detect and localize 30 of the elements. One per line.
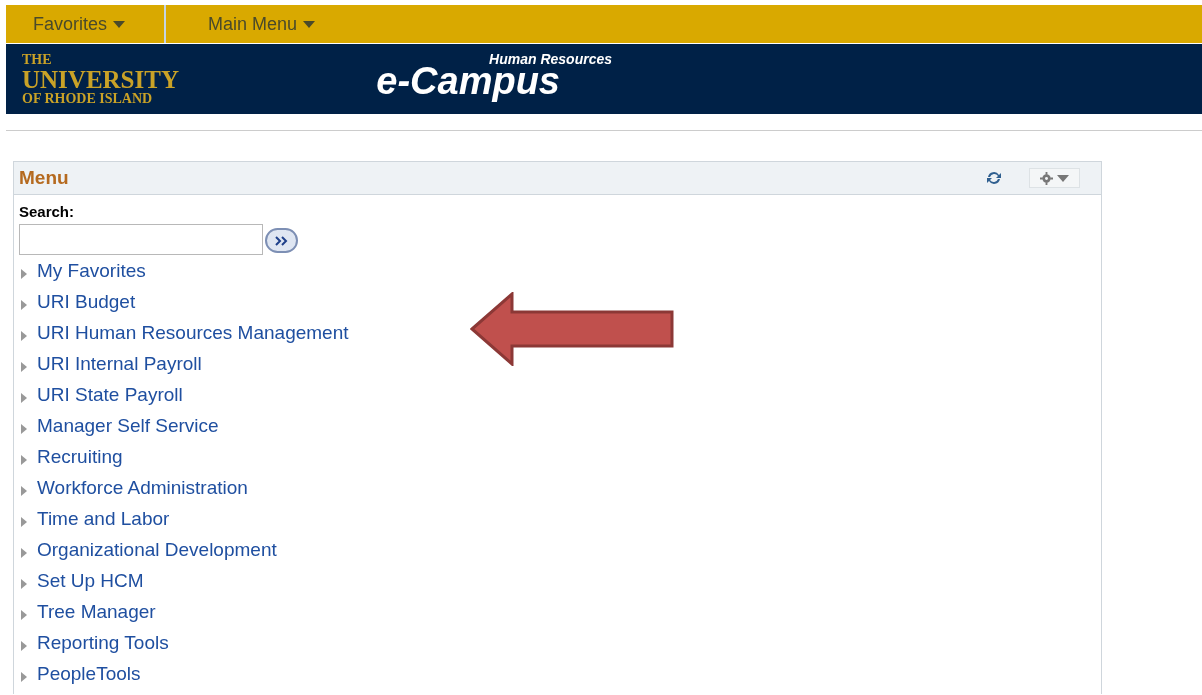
double-chevron-icon [274,235,289,246]
logo-text: OF RHODE ISLAND [22,91,154,106]
menu-item[interactable]: Organizational Development [19,535,1096,566]
menu-item[interactable]: Reporting Tools [19,628,1096,659]
menu-item[interactable]: URI Internal Payroll [19,349,1096,380]
caret-icon [1057,174,1069,182]
banner-subtitle: Human Resources [489,52,612,66]
menu-item[interactable]: Workforce Administration [19,473,1096,504]
menu-item[interactable]: Tree Manager [19,597,1096,628]
menu-item[interactable]: Manager Self Service [19,411,1096,442]
search-label: Search: [19,204,76,219]
menu-item[interactable]: Set Up HCM [19,566,1096,597]
nav-menu[interactable]: Main Menu [166,5,316,43]
menu-item[interactable]: URI Budget [19,287,1096,318]
panel-title: Menu [19,165,69,190]
menu-item[interactable]: URI Human Resources Management [19,318,1096,349]
menu-item[interactable]: Time and Labor [19,504,1096,535]
caret-icon [113,20,126,28]
menu-item[interactable]: Recruiting [19,442,1096,473]
logo-text: UNIVERSITY [22,66,180,92]
menu-item[interactable]: URI State Payroll [19,380,1096,411]
settings-button[interactable] [1029,168,1080,188]
search-go-button[interactable] [265,228,298,253]
menu-item[interactable]: PeopleTools [19,659,1096,690]
logo-text: THE [22,52,53,67]
refresh-icon[interactable] [985,171,1003,185]
settings-icon [1040,171,1053,185]
caret-icon [303,20,316,28]
menu-item[interactable]: My Favorites [19,256,1096,287]
search-field[interactable] [19,224,263,255]
